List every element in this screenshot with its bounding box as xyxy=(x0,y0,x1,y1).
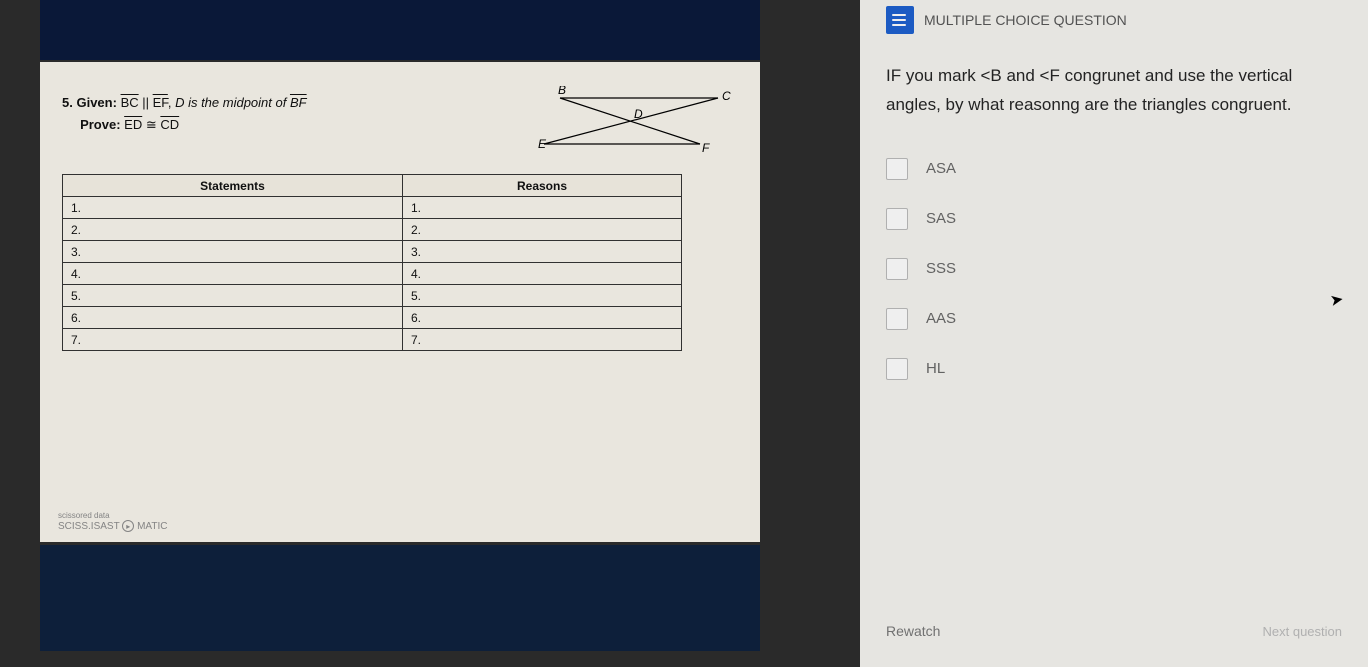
question-panel: MULTIPLE CHOICE QUESTION IF you mark <B … xyxy=(860,0,1368,667)
rewatch-button[interactable]: Rewatch xyxy=(886,623,940,639)
option-label: ASA xyxy=(926,160,956,177)
option-label: HL xyxy=(926,360,945,377)
reason-cell: 5. xyxy=(403,285,682,307)
prove-label: Prove: xyxy=(80,117,120,132)
table-row: 4.4. xyxy=(63,263,682,285)
option-label: SAS xyxy=(926,210,956,227)
options-list: ASA SAS SSS AAS HL xyxy=(886,158,1342,380)
parallel-symbol: || xyxy=(142,95,149,110)
label-b: B xyxy=(558,86,566,97)
answer-option[interactable]: HL xyxy=(886,358,1342,380)
watermark: scissored data SCISS.ISAST ▸ MATIC xyxy=(58,511,167,532)
given-seg-bc: BC xyxy=(121,95,139,110)
answer-option[interactable]: AAS xyxy=(886,308,1342,330)
statement-cell: 2. xyxy=(63,219,403,241)
given-seg-ef: EF xyxy=(153,95,168,110)
prove-seg-cd: CD xyxy=(160,117,179,132)
list-icon xyxy=(886,6,914,34)
label-e: E xyxy=(538,137,547,151)
table-row: 1.1. xyxy=(63,197,682,219)
checkbox-icon[interactable] xyxy=(886,308,908,330)
question-text: IF you mark <B and <F congrunet and use … xyxy=(886,62,1342,120)
statement-cell: 3. xyxy=(63,241,403,263)
statement-cell: 5. xyxy=(63,285,403,307)
statement-cell: 4. xyxy=(63,263,403,285)
given-label: Given: xyxy=(76,95,116,110)
table-row: 7.7. xyxy=(63,329,682,351)
proof-table: Statements Reasons 1.1.2.2.3.3.4.4.5.5.6… xyxy=(62,174,682,351)
col-reasons: Reasons xyxy=(403,175,682,197)
option-label: SSS xyxy=(926,260,956,277)
proof-table-body: 1.1.2.2.3.3.4.4.5.5.6.6.7.7. xyxy=(63,197,682,351)
statement-cell: 7. xyxy=(63,329,403,351)
geometry-figure: B C D E F xyxy=(538,86,738,156)
problem-number: 5. xyxy=(62,95,73,110)
next-question-button[interactable]: Next question xyxy=(1263,624,1343,639)
option-label: AAS xyxy=(926,310,956,327)
checkbox-icon[interactable] xyxy=(886,158,908,180)
label-c: C xyxy=(722,89,731,103)
checkbox-icon[interactable] xyxy=(886,258,908,280)
reason-cell: 7. xyxy=(403,329,682,351)
answer-option[interactable]: SSS xyxy=(886,258,1342,280)
video-area: 5. Given: BC || EF, D is the midpoint of… xyxy=(0,0,860,667)
answer-option[interactable]: SAS xyxy=(886,208,1342,230)
bottom-bar: Rewatch Next question xyxy=(886,623,1342,639)
midpoint-text: D is the midpoint of xyxy=(175,95,286,110)
video-top-bar xyxy=(40,0,760,60)
checkbox-icon[interactable] xyxy=(886,358,908,380)
table-row: 5.5. xyxy=(63,285,682,307)
reason-cell: 4. xyxy=(403,263,682,285)
problem-statement: 5. Given: BC || EF, D is the midpoint of… xyxy=(62,92,307,136)
checkbox-icon[interactable] xyxy=(886,208,908,230)
col-statements: Statements xyxy=(63,175,403,197)
answer-option[interactable]: ASA xyxy=(886,158,1342,180)
reason-cell: 3. xyxy=(403,241,682,263)
reason-cell: 6. xyxy=(403,307,682,329)
reason-cell: 2. xyxy=(403,219,682,241)
mc-header: MULTIPLE CHOICE QUESTION xyxy=(886,0,1342,34)
given-seg-bf: BF xyxy=(290,95,307,110)
video-bottom-bar xyxy=(40,545,760,651)
table-row: 3.3. xyxy=(63,241,682,263)
worksheet-page: 5. Given: BC || EF, D is the midpoint of… xyxy=(40,62,760,542)
table-row: 2.2. xyxy=(63,219,682,241)
label-f: F xyxy=(702,141,710,155)
congruent-symbol: ≅ xyxy=(146,117,157,132)
table-row: 6.6. xyxy=(63,307,682,329)
watermark-icon: ▸ xyxy=(122,520,134,532)
statement-cell: 6. xyxy=(63,307,403,329)
label-d: D xyxy=(634,107,643,121)
mc-header-text: MULTIPLE CHOICE QUESTION xyxy=(924,12,1127,28)
prove-seg-ed: ED xyxy=(124,117,142,132)
statement-cell: 1. xyxy=(63,197,403,219)
reason-cell: 1. xyxy=(403,197,682,219)
